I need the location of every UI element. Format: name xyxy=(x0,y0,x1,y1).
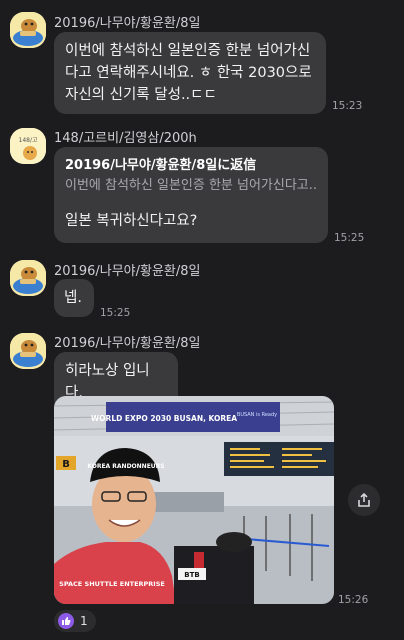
reaction-chip[interactable]: 1 xyxy=(54,610,96,632)
message-line: 다고 연락해주시네요. ㅎ 한국 2030으로 xyxy=(65,65,312,81)
thumbs-up-icon xyxy=(58,613,74,629)
cartoon-animal-avatar-icon xyxy=(10,333,46,369)
message-text: 넵. xyxy=(64,290,82,306)
airport-selfie-photo: WORLD EXPO 2030 BUSAN, KOREA BUSAN is Re… xyxy=(54,396,334,604)
reaction-count: 1 xyxy=(80,614,88,628)
svg-text:WORLD EXPO 2030 BUSAN, KOREA: WORLD EXPO 2030 BUSAN, KOREA xyxy=(91,414,237,423)
timestamp: 15:26 xyxy=(338,594,369,606)
avatar[interactable] xyxy=(10,333,46,369)
message-line: 자신의 신기록 달성..ㄷㄷ xyxy=(65,87,217,103)
timestamp: 15:23 xyxy=(332,100,363,112)
timestamp: 15:25 xyxy=(334,232,365,244)
message-text: 일본 복귀하신다고요? xyxy=(65,213,198,229)
avatar[interactable]: 148/고 xyxy=(10,128,46,164)
svg-text:BUSAN is Ready: BUSAN is Ready xyxy=(237,412,277,418)
cartoon-animal-avatar-icon xyxy=(10,12,46,48)
svg-text:148/고: 148/고 xyxy=(19,137,38,144)
sender-name[interactable]: 148/고르비/김영삼/200h xyxy=(54,127,197,146)
sender-name[interactable]: 20196/나무야/황윤환/8일 xyxy=(54,260,201,279)
reply-reference[interactable]: 20196/나무야/황윤환/8일に返信 xyxy=(65,156,317,176)
svg-text:KOREA RANDONNEURS: KOREA RANDONNEURS xyxy=(87,463,164,470)
avatar[interactable] xyxy=(10,12,46,48)
reply-quote: 이번에 참석하신 일본인증 한분 넘어가신다고... xyxy=(65,178,317,193)
departure-board xyxy=(224,442,334,476)
share-icon xyxy=(358,492,370,507)
svg-text:B: B xyxy=(62,459,70,470)
reply-bubble[interactable]: 20196/나무야/황윤환/8일に返信 이번에 참석하신 일본인증 한분 넘어가… xyxy=(54,147,328,243)
message-bubble[interactable]: 이번에 참석하신 일본인증 한분 넘어가신 다고 연락해주시네요. ㅎ 한국 2… xyxy=(54,32,326,114)
sender-name[interactable]: 20196/나무야/황윤환/8일 xyxy=(54,332,201,351)
photo-attachment[interactable]: WORLD EXPO 2030 BUSAN, KOREA BUSAN is Re… xyxy=(54,396,334,604)
share-button[interactable] xyxy=(348,484,380,516)
avatar[interactable] xyxy=(10,260,46,296)
svg-text:SPACE SHUTTLE ENTERPRISE: SPACE SHUTTLE ENTERPRISE xyxy=(59,580,165,588)
cartoon-animal-avatar-icon xyxy=(10,260,46,296)
sender-name[interactable]: 20196/나무야/황윤환/8일 xyxy=(54,12,201,31)
timestamp: 15:25 xyxy=(100,307,131,319)
message-line: 이번에 참석하신 일본인증 한분 넘어가신 xyxy=(65,43,311,59)
message-bubble[interactable]: 넵. xyxy=(54,279,94,317)
svg-text:BTB: BTB xyxy=(184,571,199,579)
profile-sticker-icon: 148/고 xyxy=(10,128,46,164)
